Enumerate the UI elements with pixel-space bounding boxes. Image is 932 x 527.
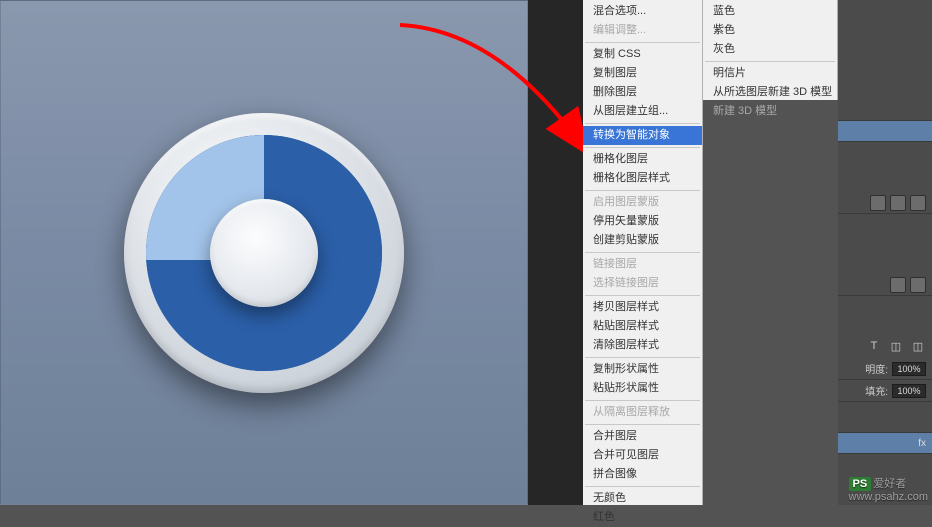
swatch-icon[interactable] [890, 277, 906, 293]
menu-merge-visible[interactable]: 合并可见图层 [583, 446, 702, 465]
selected-layer-row[interactable] [838, 120, 932, 142]
menu-disable-vector-mask[interactable]: 停用矢量蒙版 [583, 212, 702, 231]
divider-strip [528, 0, 583, 505]
submenu-new-3d-from-selected[interactable]: 从所选图层新建 3D 模型 [703, 83, 837, 102]
layer-context-menu: 混合选项... 编辑调整... 复制 CSS 复制图层 删除图层 从图层建立组.… [583, 0, 703, 505]
menu-separator [585, 123, 700, 124]
menu-blend-options[interactable]: 混合选项... [583, 2, 702, 21]
menu-separator [585, 357, 700, 358]
menu-convert-smart-object[interactable]: 转换为智能对象 [583, 126, 702, 145]
trash-icon[interactable] [910, 195, 926, 211]
grid2-icon[interactable] [910, 277, 926, 293]
watermark: PS爱好者 www.psahz.com [849, 475, 928, 503]
menu-group-from-layers[interactable]: 从图层建立组... [583, 102, 702, 121]
fill-row: 填充: 100% [838, 380, 932, 402]
camera-icon[interactable] [890, 195, 906, 211]
menu-separator [705, 61, 835, 62]
menu-copy-layer-style[interactable]: 拷贝图层样式 [583, 298, 702, 317]
menu-separator [585, 400, 700, 401]
menu-release-isolation: 从隔离图层释放 [583, 403, 702, 422]
option-tool2-icon[interactable]: ◫ [910, 340, 926, 354]
menu-separator [585, 424, 700, 425]
grid-icon[interactable] [870, 195, 886, 211]
menu-edit-adjustment: 编辑调整... [583, 21, 702, 40]
fill-value[interactable]: 100% [892, 384, 926, 398]
menu-paste-shape-attr[interactable]: 粘贴形状属性 [583, 379, 702, 398]
menu-link-layers: 链接图层 [583, 255, 702, 274]
menu-duplicate-layer[interactable]: 复制图层 [583, 64, 702, 83]
menu-select-linked: 选择链接图层 [583, 274, 702, 293]
menu-separator [585, 486, 700, 487]
center-hub [210, 199, 318, 307]
watermark-text: 爱好者 [873, 478, 906, 490]
type-tool-icon[interactable]: T [866, 340, 882, 354]
opacity-label: 明度: [865, 361, 888, 376]
round-dial-icon [124, 113, 404, 393]
menu-copy-shape-attr[interactable]: 复制形状属性 [583, 360, 702, 379]
submenu-postcard[interactable]: 明信片 [703, 64, 837, 83]
submenu-blue[interactable]: 蓝色 [703, 2, 837, 21]
menu-delete-layer[interactable]: 删除图层 [583, 83, 702, 102]
right-panel: T ◫ ◫ 明度: 100% 填充: 100% fx [838, 0, 932, 505]
menu-paste-layer-style[interactable]: 粘贴图层样式 [583, 317, 702, 336]
canvas-area[interactable] [0, 0, 528, 505]
menu-copy-css[interactable]: 复制 CSS [583, 45, 702, 64]
option-tool-icon[interactable]: ◫ [888, 340, 904, 354]
menu-merge-layers[interactable]: 合并图层 [583, 427, 702, 446]
menu-separator [585, 295, 700, 296]
menu-no-color[interactable]: 无颜色 [583, 489, 702, 508]
opacity-row: 明度: 100% [838, 358, 932, 380]
panel-type-tools: T ◫ ◫ [838, 336, 932, 358]
menu-flatten-image[interactable]: 拼合图像 [583, 465, 702, 484]
menu-separator [585, 147, 700, 148]
menu-separator [585, 42, 700, 43]
menu-enable-layer-mask: 启用图层蒙版 [583, 193, 702, 212]
panel-swatch-row [838, 274, 932, 296]
menu-rasterize-style[interactable]: 栅格化图层样式 [583, 169, 702, 188]
submenu-new-3d-model: 新建 3D 模型 [703, 102, 837, 121]
watermark-logo: PS [849, 477, 872, 491]
menu-clear-layer-style[interactable]: 清除图层样式 [583, 336, 702, 355]
menu-create-clipping-mask[interactable]: 创建剪贴蒙版 [583, 231, 702, 250]
opacity-value[interactable]: 100% [892, 362, 926, 376]
fill-label: 填充: [865, 383, 888, 398]
submenu-gray[interactable]: 灰色 [703, 40, 837, 59]
panel-icon-row [838, 192, 932, 214]
layer-context-submenu: 蓝色 紫色 灰色 明信片 从所选图层新建 3D 模型 新建 3D 模型 [703, 0, 838, 100]
menu-red[interactable]: 红色 [583, 508, 702, 527]
layer-row[interactable]: fx [838, 432, 932, 454]
submenu-purple[interactable]: 紫色 [703, 21, 837, 40]
watermark-url: www.psahz.com [849, 491, 928, 503]
fx-badge: fx [918, 438, 926, 449]
menu-separator [585, 252, 700, 253]
menu-separator [585, 190, 700, 191]
menu-rasterize-layer[interactable]: 栅格化图层 [583, 150, 702, 169]
